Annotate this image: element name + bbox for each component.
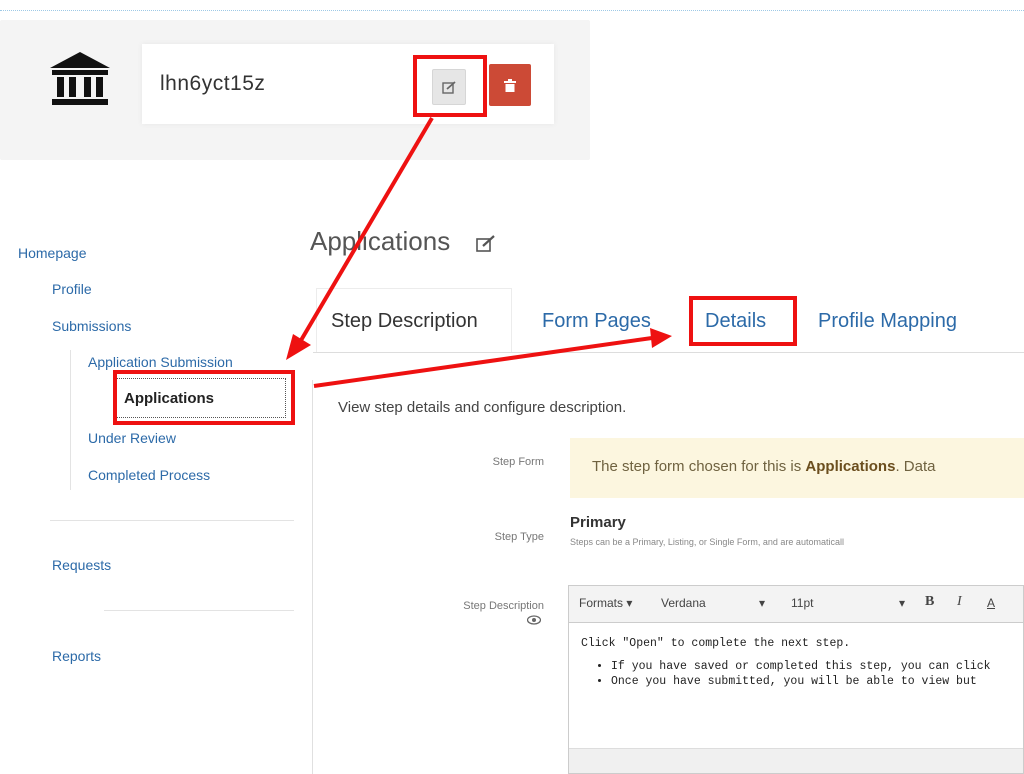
arrowhead <box>650 328 672 348</box>
bank-building-icon <box>50 52 110 105</box>
sidebar-item-reports[interactable]: Reports <box>52 648 101 664</box>
details-highlight-box <box>689 296 797 346</box>
step-type-value: Primary <box>570 514 626 531</box>
editor-toolbar: Formats ▾ Verdana ▾ 11pt ▾ B I A <box>569 586 1023 623</box>
sidebar-item-application-submission[interactable]: Application Submission <box>88 354 233 370</box>
page-title: Applications <box>310 226 451 256</box>
sidebar-item-under-review[interactable]: Under Review <box>88 430 176 446</box>
formats-dropdown[interactable]: Formats ▾ <box>579 596 632 610</box>
sidebar-item-submissions[interactable]: Submissions <box>52 318 131 334</box>
caret-down-icon: ▾ <box>626 596 633 610</box>
tab-step-description[interactable]: Step Description <box>331 310 478 333</box>
rich-text-editor[interactable]: Formats ▾ Verdana ▾ 11pt ▾ B I A Click "… <box>568 585 1024 774</box>
top-border-line <box>0 10 1024 11</box>
editor-content[interactable]: Click "Open" to complete the next step. … <box>569 623 1023 704</box>
sidebar-item-requests[interactable]: Requests <box>52 557 111 573</box>
sidebar-submenu-line <box>70 350 71 490</box>
font-size-select[interactable]: 11pt <box>791 596 813 610</box>
font-family-select[interactable]: Verdana <box>661 596 706 610</box>
trash-icon <box>504 78 516 92</box>
step-type-label: Step Type <box>494 531 544 543</box>
step-form-alert: The step form chosen for this is Applica… <box>570 438 1024 498</box>
sidebar-border <box>312 380 313 774</box>
tab-bar-border <box>313 352 1024 353</box>
bold-button[interactable]: B <box>925 594 934 610</box>
applications-highlight-box <box>113 370 295 425</box>
editor-status-bar <box>569 748 1023 773</box>
editor-bullet-item: Once you have submitted, you will be abl… <box>611 675 1011 688</box>
sidebar <box>0 230 312 774</box>
step-description-label: Step Description <box>463 600 544 612</box>
app-name: lhn6yct15z <box>160 72 266 95</box>
tab-form-pages[interactable]: Form Pages <box>542 310 651 333</box>
formats-label: Formats <box>579 596 624 610</box>
font-color-button[interactable]: A <box>987 596 995 610</box>
edit-title-icon[interactable] <box>476 235 496 253</box>
sidebar-divider <box>104 610 294 611</box>
sidebar-item-profile[interactable]: Profile <box>52 281 92 297</box>
alert-step-form-name: Applications <box>805 458 896 475</box>
editor-line-1: Click "Open" to complete the next step. <box>581 637 851 650</box>
eye-icon[interactable] <box>527 615 541 625</box>
step-form-label: Step Form <box>492 456 544 468</box>
font-size-caret-icon[interactable]: ▾ <box>759 596 765 610</box>
sidebar-divider <box>50 520 294 521</box>
font-size-dropdown-icon[interactable]: ▾ <box>899 596 905 610</box>
italic-button[interactable]: I <box>957 594 962 610</box>
step-type-help: Steps can be a Primary, Listing, or Sing… <box>570 537 844 547</box>
editor-bullet-list: If you have saved or completed this step… <box>581 660 1011 688</box>
alert-text-suffix: . Data <box>895 458 936 475</box>
sidebar-item-homepage[interactable]: Homepage <box>18 245 87 261</box>
editor-bullet-item: If you have saved or completed this step… <box>611 660 1011 673</box>
step-description-intro: View step details and configure descript… <box>338 399 627 416</box>
alert-text-prefix: The step form chosen for this is <box>592 458 806 475</box>
edit-highlight-box <box>413 55 487 117</box>
sidebar-item-completed-process[interactable]: Completed Process <box>88 467 210 483</box>
tab-profile-mapping[interactable]: Profile Mapping <box>818 310 957 333</box>
delete-app-button[interactable] <box>489 64 531 106</box>
